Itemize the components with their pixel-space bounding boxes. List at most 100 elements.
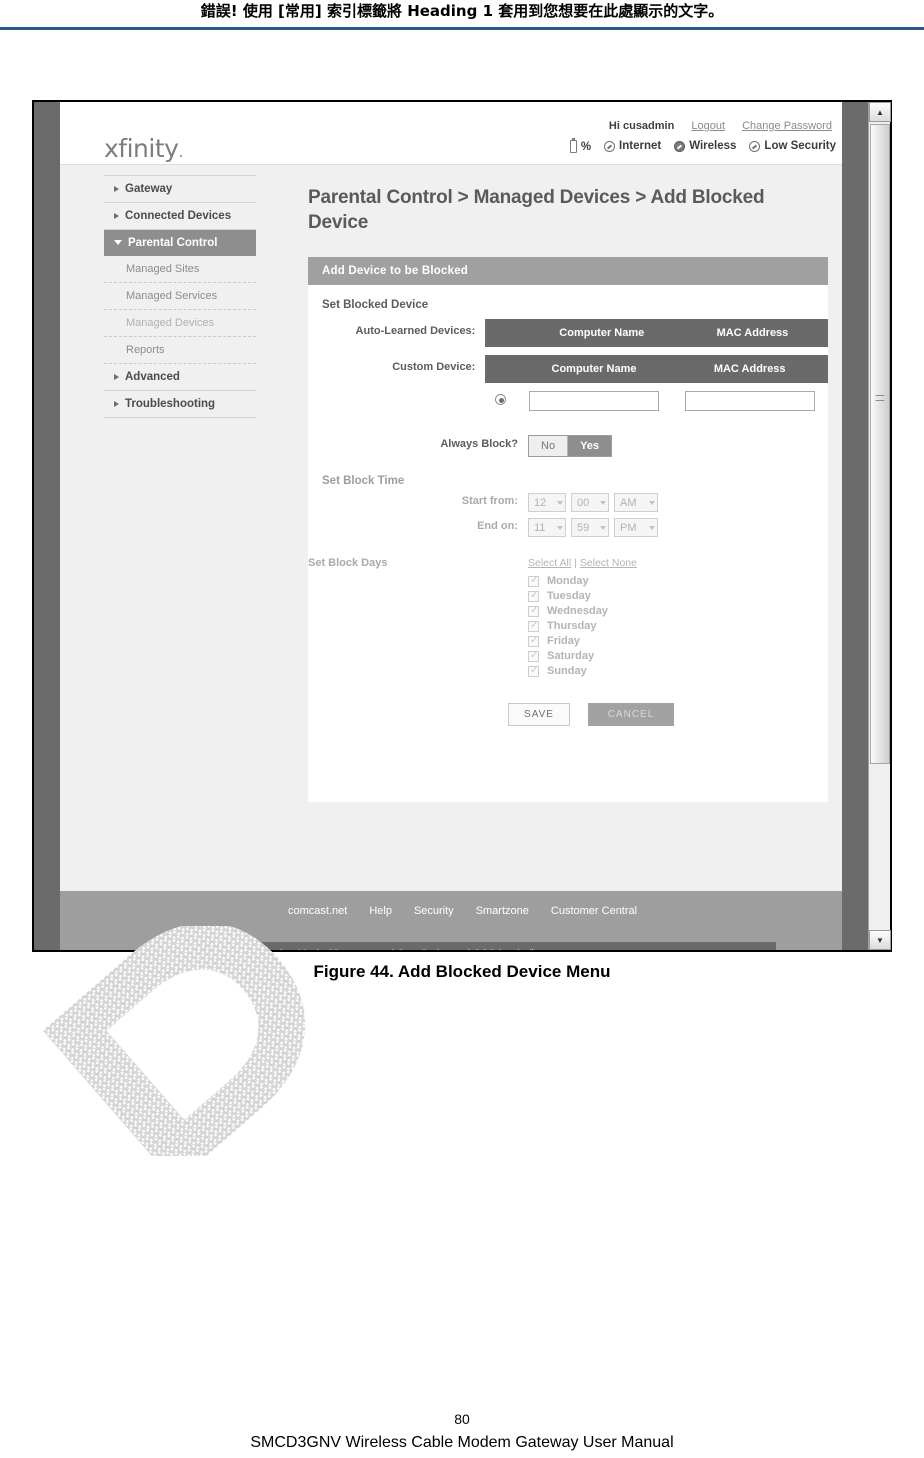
page-number: 80 [454,1411,470,1427]
computer-name-input[interactable] [529,391,659,411]
custom-device-radio[interactable] [495,394,507,405]
battery-icon [569,138,577,153]
custom-device-mac-cell [671,383,828,419]
sidebar-item-parental-control[interactable]: Parental Control [104,230,256,256]
custom-device-radio-cell [485,383,516,419]
scroll-up-icon[interactable]: ▲ [869,102,891,122]
sidebar-item-connected-devices-label: Connected Devices [125,210,232,222]
globe-icon [604,140,616,152]
start-meridiem-value: AM [620,496,637,509]
sidebar-item-gateway[interactable]: Gateway [104,175,256,203]
day-label-thursday: Thursday [547,620,597,632]
footer-link-smartzone[interactable]: Smartzone [476,905,529,917]
vertical-scrollbar[interactable]: ▲ ▼ [868,102,891,950]
mac-address-input[interactable] [684,391,815,411]
page-viewport: xfinity. Hi cusadmin Logout Change Passw… [60,102,842,950]
chevron-down-icon [649,525,655,530]
chevron-right-icon [114,373,119,380]
production-mode-bar: Production Mode (Compressed JavaScript a… [196,942,776,950]
manual-title: SMCD3GNV Wireless Cable Modem Gateway Us… [250,1434,674,1451]
scroll-down-icon[interactable]: ▼ [869,930,891,950]
header-mac-address: MAC Address [671,355,828,383]
auto-learned-devices-row: Auto-Learned Devices: Computer Name MAC … [308,319,828,347]
chevron-right-icon [114,185,119,192]
browser-left-band [34,102,60,950]
chevron-down-icon [649,500,655,505]
end-on-row: End on: 11 59 PM [308,518,828,537]
sidebar-item-managed-devices[interactable]: Managed Devices [104,310,256,337]
end-meridiem-value: PM [620,521,637,534]
end-on-label: End on: [477,520,518,532]
sidebar-navigation: Gateway Connected Devices Parental Contr… [104,175,256,418]
sidebar-item-managed-services[interactable]: Managed Services [104,283,256,310]
day-checkbox-friday[interactable] [528,634,539,647]
day-checkbox-sunday[interactable] [528,664,539,677]
form-actions: SAVE CANCEL [508,703,828,726]
start-minute-select[interactable]: 00 [571,493,609,512]
day-checkbox-saturday[interactable] [528,649,539,662]
always-block-label: Always Block? [440,438,518,450]
sidebar-item-advanced[interactable]: Advanced [104,364,256,391]
header-rule [0,27,924,30]
set-block-days-label: Set Block Days [308,557,388,569]
sidebar-item-reports[interactable]: Reports [104,337,256,364]
day-checkbox-wednesday[interactable] [528,604,539,617]
sidebar-item-managed-sites[interactable]: Managed Sites [104,256,256,283]
always-block-option-no[interactable]: No [529,436,569,456]
list-item[interactable]: Thursday [528,619,637,632]
status-security[interactable]: Low Security [749,140,836,152]
panel-header-title: Add Device to be Blocked [308,257,828,285]
status-internet[interactable]: Internet [604,140,661,152]
list-item[interactable]: Wednesday [528,604,637,617]
end-minute-select[interactable]: 59 [571,518,609,537]
day-checkbox-monday[interactable] [528,574,539,587]
day-label-sunday: Sunday [547,665,587,677]
start-from-row: Start from: 12 00 AM [308,493,828,512]
footer-links: comcast.net Help Security Smartzone Cust… [60,891,842,917]
document-header-note: 錯誤! 使用 [常用] 索引標籤將 Heading 1 套用到您想要在此處顯示的… [200,2,724,20]
chevron-right-icon [114,400,119,407]
add-device-panel: Add Device to be Blocked Set Blocked Dev… [308,257,828,802]
end-hour-select[interactable]: 11 [528,518,566,537]
select-all-link[interactable]: Select All [528,557,571,569]
list-item[interactable]: Friday [528,634,637,647]
always-block-toggle[interactable]: No Yes [528,435,613,457]
sidebar-item-connected-devices[interactable]: Connected Devices [104,203,256,230]
cancel-button[interactable]: CANCEL [588,703,674,726]
day-label-friday: Friday [547,635,581,647]
xfinity-logo[interactable]: xfinity. [104,134,183,163]
start-meridiem-select[interactable]: AM [614,493,658,512]
logout-link[interactable]: Logout [691,120,725,132]
end-hour-value: 11 [534,521,546,534]
footer-link-customer-central[interactable]: Customer Central [551,905,637,917]
security-icon [749,140,761,152]
table-header-row: Computer Name MAC Address [485,355,828,383]
change-password-link[interactable]: Change Password [742,120,832,132]
start-hour-value: 12 [534,496,547,509]
always-block-option-yes[interactable]: Yes [568,436,612,456]
end-minute-value: 59 [577,521,590,534]
start-minute-value: 00 [577,496,590,509]
footer-link-security[interactable]: Security [414,905,454,917]
days-checkbox-list: Monday Tuesday Wednesday [528,574,637,677]
logo-trademark-icon: . [178,143,183,161]
select-none-link[interactable]: Select None [580,557,637,569]
list-item[interactable]: Saturday [528,649,637,662]
day-checkbox-tuesday[interactable] [528,589,539,602]
list-item[interactable]: Monday [528,574,637,587]
end-meridiem-select[interactable]: PM [614,518,658,537]
list-item[interactable]: Sunday [528,664,637,677]
sidebar-item-troubleshooting[interactable]: Troubleshooting [104,391,256,418]
header-computer-name: Computer Name [526,319,677,347]
list-item[interactable]: Tuesday [528,589,637,602]
scrollbar-thumb[interactable] [870,124,890,764]
figure-caption: Figure 44. Add Blocked Device Menu [313,962,611,981]
footer-link-comcast-net[interactable]: comcast.net [288,905,347,917]
save-button[interactable]: SAVE [508,703,570,726]
footer-link-help[interactable]: Help [369,905,392,917]
custom-device-name-cell [517,383,672,419]
status-wireless[interactable]: Wireless [674,140,736,152]
day-checkbox-thursday[interactable] [528,619,539,632]
start-hour-select[interactable]: 12 [528,493,566,512]
main-content: Parental Control > Managed Devices > Add… [278,165,842,950]
